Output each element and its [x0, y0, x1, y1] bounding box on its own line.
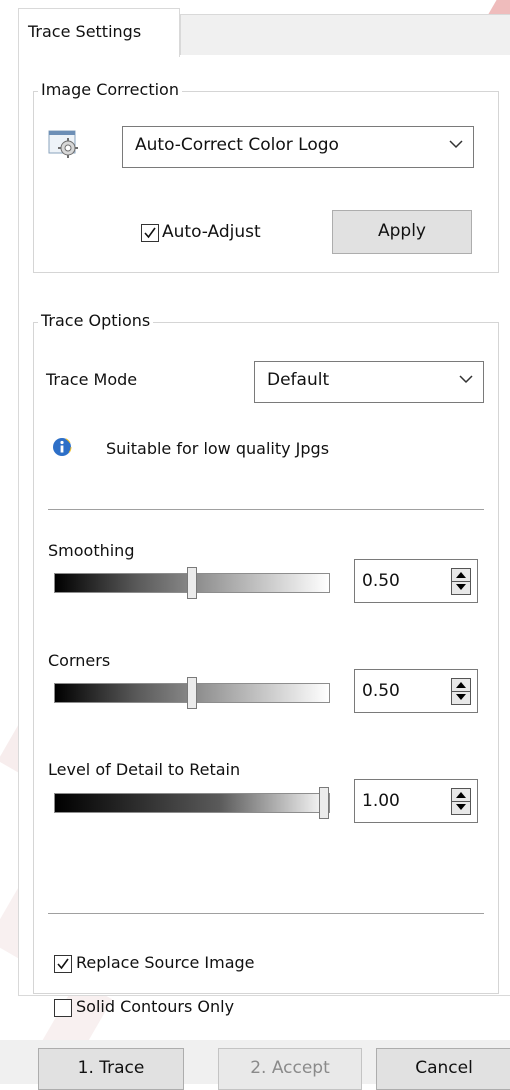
solid-contours-label[interactable]: Solid Contours Only	[76, 997, 234, 1016]
separator-top	[48, 509, 484, 510]
separator-bottom	[48, 913, 484, 914]
image-correction-title: Image Correction	[38, 80, 182, 99]
spin-up-icon	[456, 682, 466, 688]
chevron-down-icon	[459, 375, 473, 384]
spin-down-icon	[456, 694, 466, 700]
checkmark-icon	[144, 227, 156, 239]
trace-settings-panel: Trace Settings Image Correction Auto-Cor…	[0, 0, 510, 1090]
corners-spin-buttons[interactable]	[451, 678, 471, 705]
cancel-button-label: Cancel	[415, 1058, 473, 1078]
image-correction-preset-select[interactable]: Auto-Correct Color Logo	[122, 126, 474, 168]
tab-page: Image Correction Auto-Correct Color Logo	[18, 55, 510, 1017]
replace-source-checkbox[interactable]	[54, 955, 72, 973]
spin-down-icon	[456, 804, 466, 810]
trace-button-label: 1. Trace	[77, 1058, 145, 1078]
detail-slider-thumb[interactable]	[319, 787, 329, 819]
smoothing-spinbox[interactable]: 0.50	[354, 559, 478, 603]
tab-strip: Trace Settings	[0, 0, 510, 57]
tab-strip-empty	[180, 14, 510, 57]
smoothing-label: Smoothing	[48, 541, 135, 560]
smoothing-slider[interactable]	[54, 567, 330, 599]
solid-contours-checkbox[interactable]	[54, 999, 72, 1017]
auto-adjust-label[interactable]: Auto-Adjust	[162, 222, 261, 242]
apply-button-label: Apply	[378, 221, 426, 241]
trace-mode-label: Trace Mode	[46, 370, 138, 389]
corners-slider-thumb[interactable]	[187, 677, 197, 709]
detail-spinbox[interactable]: 1.00	[354, 779, 478, 823]
spin-up-icon	[456, 572, 466, 578]
apply-button[interactable]: Apply	[332, 210, 472, 254]
image-correction-group: Image Correction Auto-Correct Color Logo	[33, 80, 499, 273]
corners-label: Corners	[48, 651, 111, 670]
settings-gear-icon	[48, 128, 82, 160]
trace-mode-selected-value: Default	[267, 370, 330, 390]
corners-slider[interactable]	[54, 677, 330, 709]
chevron-down-icon	[449, 140, 463, 149]
tab-trace-settings[interactable]: Trace Settings	[18, 8, 180, 57]
trace-options-group: Trace Options Trace Mode Default Suitabl…	[33, 311, 499, 1017]
info-icon	[52, 437, 72, 457]
smoothing-spin-buttons[interactable]	[451, 568, 471, 595]
corners-value: 0.50	[362, 681, 400, 701]
tab-label: Trace Settings	[28, 22, 142, 41]
spin-up-icon	[456, 792, 466, 798]
preset-selected-value: Auto-Correct Color Logo	[135, 135, 339, 155]
smoothing-value: 0.50	[362, 571, 400, 591]
trace-options-title: Trace Options	[38, 311, 154, 330]
corners-spinbox[interactable]: 0.50	[354, 669, 478, 713]
accept-button-label: 2. Accept	[250, 1058, 330, 1078]
auto-adjust-checkbox[interactable]	[141, 224, 159, 242]
smoothing-slider-thumb[interactable]	[187, 567, 197, 599]
trace-mode-select[interactable]: Default	[254, 361, 484, 403]
replace-source-label[interactable]: Replace Source Image	[76, 953, 255, 972]
checkmark-icon	[57, 958, 69, 970]
info-text: Suitable for low quality Jpgs	[106, 439, 330, 458]
detail-slider[interactable]	[54, 787, 330, 819]
detail-label: Level of Detail to Retain	[48, 760, 241, 779]
spin-down-icon	[456, 584, 466, 590]
detail-value: 1.00	[362, 791, 400, 811]
detail-spin-buttons[interactable]	[451, 788, 471, 815]
